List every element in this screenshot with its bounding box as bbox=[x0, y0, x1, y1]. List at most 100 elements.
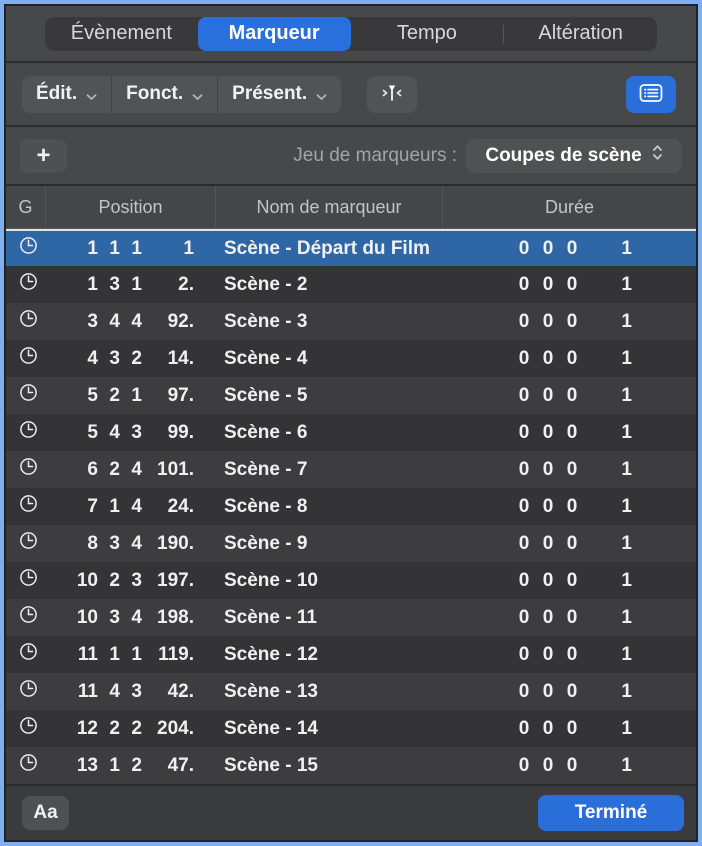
duration-cell[interactable]: 0 0 0 1 bbox=[518, 681, 696, 703]
duration-beat: 0 bbox=[542, 385, 554, 407]
duration-bar: 0 bbox=[518, 459, 530, 481]
marker-set-popup[interactable]: Coupes de scène bbox=[466, 139, 682, 173]
position-tick: 47. bbox=[142, 755, 194, 777]
marker-row[interactable]: 10 2 3 197. Scène - 10 0 0 0 1 bbox=[6, 562, 696, 599]
marker-name-cell[interactable]: Scène - 13 bbox=[194, 681, 518, 703]
position-cell[interactable]: 11 4 3 42. bbox=[50, 681, 194, 703]
column-header-name[interactable]: Nom de marqueur bbox=[216, 186, 443, 228]
duration-cell[interactable]: 0 0 0 1 bbox=[518, 718, 696, 740]
clock-icon bbox=[18, 567, 39, 594]
position-cell[interactable]: 4 3 2 14. bbox=[50, 348, 194, 370]
duration-cell[interactable]: 0 0 0 1 bbox=[518, 274, 696, 296]
duration-beat: 0 bbox=[542, 718, 554, 740]
position-cell[interactable]: 5 2 1 97. bbox=[50, 385, 194, 407]
add-marker-button[interactable]: + bbox=[20, 139, 67, 173]
marker-name-cell[interactable]: Scène - 9 bbox=[194, 533, 518, 555]
marker-row[interactable]: 6 2 4 101. Scène - 7 0 0 0 1 bbox=[6, 451, 696, 488]
column-header-g[interactable]: G bbox=[6, 186, 46, 228]
duration-cell[interactable]: 0 0 0 1 bbox=[518, 348, 696, 370]
duration-cell[interactable]: 0 0 0 1 bbox=[518, 238, 696, 260]
marker-name-cell[interactable]: Scène - 7 bbox=[194, 459, 518, 481]
marker-row[interactable]: 1 1 1 1 Scène - Départ du Film 0 0 0 1 bbox=[6, 229, 696, 266]
done-button[interactable]: Terminé bbox=[538, 795, 684, 831]
duration-cell[interactable]: 0 0 0 1 bbox=[518, 607, 696, 629]
marker-row[interactable]: 5 4 3 99. Scène - 6 0 0 0 1 bbox=[6, 414, 696, 451]
marker-name-cell[interactable]: Scène - 15 bbox=[194, 755, 518, 777]
marker-type-cell bbox=[6, 715, 50, 742]
marker-row[interactable]: 4 3 2 14. Scène - 4 0 0 0 1 bbox=[6, 340, 696, 377]
position-tick: 14. bbox=[142, 348, 194, 370]
position-cell[interactable]: 6 2 4 101. bbox=[50, 459, 194, 481]
marker-name-cell[interactable]: Scène - 2 bbox=[194, 274, 518, 296]
position-cell[interactable]: 1 1 1 1 bbox=[50, 238, 194, 260]
marker-row[interactable]: 12 2 2 204. Scène - 14 0 0 0 1 bbox=[6, 710, 696, 747]
catch-playhead-button[interactable] bbox=[367, 76, 417, 113]
duration-bar: 0 bbox=[518, 274, 530, 296]
duration-cell[interactable]: 0 0 0 1 bbox=[518, 422, 696, 444]
clock-icon bbox=[18, 604, 39, 631]
position-cell[interactable]: 7 1 4 24. bbox=[50, 496, 194, 518]
marker-name-cell[interactable]: Scène - 3 bbox=[194, 311, 518, 333]
functions-menu-label: Fonct. bbox=[126, 83, 183, 105]
column-header-position[interactable]: Position bbox=[46, 186, 216, 228]
marker-name-cell[interactable]: Scène - 6 bbox=[194, 422, 518, 444]
position-division: 1 bbox=[120, 238, 142, 260]
duration-bar: 0 bbox=[518, 533, 530, 555]
duration-cell[interactable]: 0 0 0 1 bbox=[518, 644, 696, 666]
marker-row[interactable]: 13 1 2 47. Scène - 15 0 0 0 1 bbox=[6, 747, 696, 784]
position-tick: 101. bbox=[142, 459, 194, 481]
marker-name-cell[interactable]: Scène - 5 bbox=[194, 385, 518, 407]
duration-cell[interactable]: 0 0 0 1 bbox=[518, 496, 696, 518]
marker-row[interactable]: 11 4 3 42. Scène - 13 0 0 0 1 bbox=[6, 673, 696, 710]
position-cell[interactable]: 3 4 4 92. bbox=[50, 311, 194, 333]
position-cell[interactable]: 5 4 3 99. bbox=[50, 422, 194, 444]
duration-cell[interactable]: 0 0 0 1 bbox=[518, 311, 696, 333]
tab-marqueur[interactable]: Marqueur bbox=[198, 17, 351, 51]
view-menu-button[interactable]: Présent. bbox=[218, 76, 341, 113]
marker-name-cell[interactable]: Scène - 8 bbox=[194, 496, 518, 518]
position-cell[interactable]: 10 3 4 198. bbox=[50, 607, 194, 629]
position-cell[interactable]: 13 1 2 47. bbox=[50, 755, 194, 777]
position-cell[interactable]: 1 3 1 2. bbox=[50, 274, 194, 296]
duration-beat: 0 bbox=[542, 311, 554, 333]
event-list-view-button[interactable] bbox=[626, 76, 676, 113]
marker-name-cell[interactable]: Scène - 11 bbox=[194, 607, 518, 629]
duration-cell[interactable]: 0 0 0 1 bbox=[518, 755, 696, 777]
tab-alteration[interactable]: Altération bbox=[504, 17, 657, 51]
duration-cell[interactable]: 0 0 0 1 bbox=[518, 570, 696, 592]
marker-row[interactable]: 10 3 4 198. Scène - 11 0 0 0 1 bbox=[6, 599, 696, 636]
marker-row[interactable]: 11 1 1 119. Scène - 12 0 0 0 1 bbox=[6, 636, 696, 673]
marker-name-cell[interactable]: Scène - 12 bbox=[194, 644, 518, 666]
position-cell[interactable]: 12 2 2 204. bbox=[50, 718, 194, 740]
duration-cell[interactable]: 0 0 0 1 bbox=[518, 385, 696, 407]
duration-bar: 0 bbox=[518, 570, 530, 592]
edit-menu-button[interactable]: Édit. bbox=[22, 76, 112, 113]
duration-cell[interactable]: 0 0 0 1 bbox=[518, 533, 696, 555]
duration-bar: 0 bbox=[518, 238, 530, 260]
position-cell[interactable]: 8 3 4 190. bbox=[50, 533, 194, 555]
position-bar: 8 bbox=[64, 533, 98, 555]
marker-name-cell[interactable]: Scène - Départ du Film bbox=[194, 238, 518, 260]
marker-row[interactable]: 8 3 4 190. Scène - 9 0 0 0 1 bbox=[6, 525, 696, 562]
column-header-duration[interactable]: Durée bbox=[443, 186, 696, 228]
marker-name-cell[interactable]: Scène - 14 bbox=[194, 718, 518, 740]
duration-beat: 0 bbox=[542, 459, 554, 481]
toolbar: Édit. Fonct. Présent. bbox=[6, 63, 696, 127]
tab-tempo[interactable]: Tempo bbox=[351, 17, 504, 51]
marker-row[interactable]: 7 1 4 24. Scène - 8 0 0 0 1 bbox=[6, 488, 696, 525]
marker-row[interactable]: 3 4 4 92. Scène - 3 0 0 0 1 bbox=[6, 303, 696, 340]
text-style-button[interactable]: Aa bbox=[22, 796, 69, 830]
clock-icon bbox=[18, 382, 39, 409]
position-cell[interactable]: 10 2 3 197. bbox=[50, 570, 194, 592]
functions-menu-button[interactable]: Fonct. bbox=[112, 76, 218, 113]
marker-name-cell[interactable]: Scène - 4 bbox=[194, 348, 518, 370]
marker-row[interactable]: 5 2 1 97. Scène - 5 0 0 0 1 bbox=[6, 377, 696, 414]
duration-cell[interactable]: 0 0 0 1 bbox=[518, 459, 696, 481]
position-cell[interactable]: 11 1 1 119. bbox=[50, 644, 194, 666]
marker-name-cell[interactable]: Scène - 10 bbox=[194, 570, 518, 592]
duration-beat: 0 bbox=[542, 681, 554, 703]
marker-row[interactable]: 1 3 1 2. Scène - 2 0 0 0 1 bbox=[6, 266, 696, 303]
position-bar: 10 bbox=[64, 607, 98, 629]
tab-evenement[interactable]: Évènement bbox=[45, 17, 198, 51]
duration-tick: 1 bbox=[608, 644, 632, 666]
